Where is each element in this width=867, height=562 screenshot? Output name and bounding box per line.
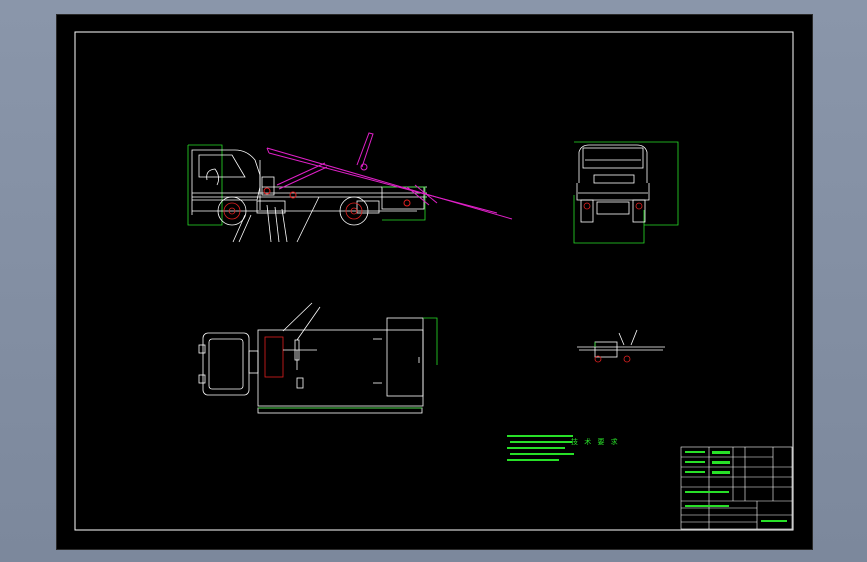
rear-view	[573, 141, 679, 244]
tilt-arm	[263, 132, 513, 220]
title-block	[680, 446, 793, 530]
technical-notes	[507, 435, 574, 461]
drawing-border	[74, 31, 794, 531]
cad-drawing-canvas	[74, 31, 794, 531]
detail-view	[577, 329, 665, 363]
technical-notes-heading: 技 术 要 求	[571, 438, 620, 446]
title-block-text	[685, 451, 787, 522]
cad-viewport[interactable]: 技 术 要 求	[56, 14, 813, 550]
top-view	[198, 302, 438, 414]
